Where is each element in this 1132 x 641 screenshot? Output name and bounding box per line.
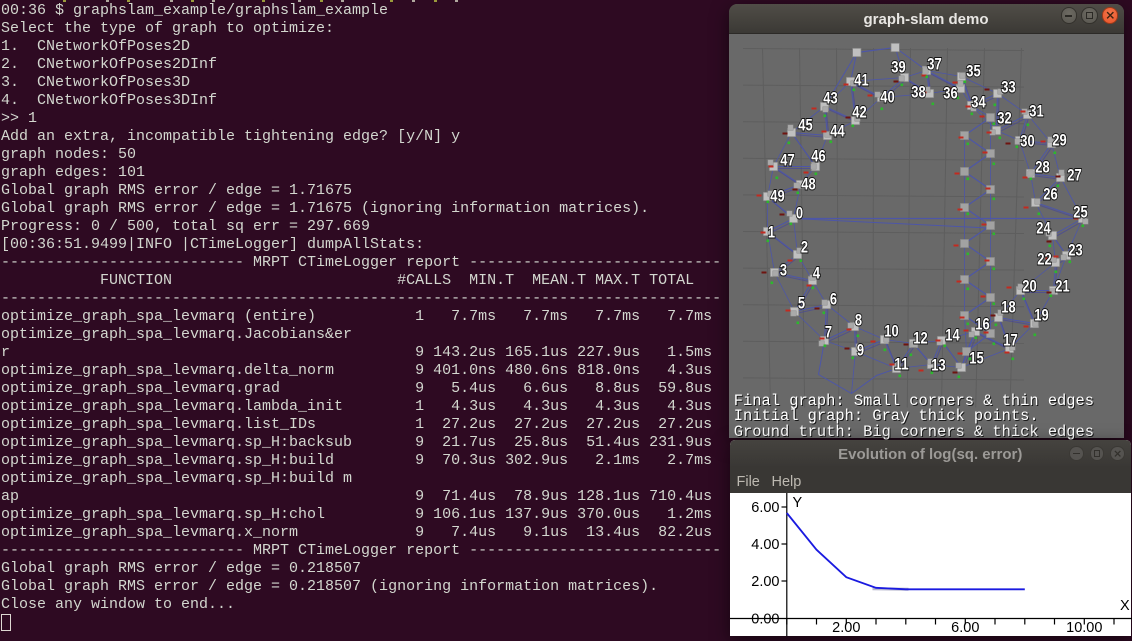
- svg-text:30: 30: [1020, 131, 1034, 150]
- svg-text:43: 43: [823, 88, 837, 107]
- svg-text:2.00: 2.00: [751, 574, 779, 590]
- svg-text:37: 37: [927, 54, 941, 73]
- svg-text:39: 39: [891, 57, 905, 76]
- svg-text:4.00: 4.00: [751, 537, 779, 553]
- svg-text:11: 11: [894, 354, 908, 373]
- svg-text:0.00: 0.00: [751, 612, 779, 628]
- svg-text:10.00: 10.00: [1066, 620, 1102, 636]
- svg-text:36: 36: [943, 83, 957, 102]
- svg-text:5: 5: [797, 293, 804, 312]
- svg-text:49: 49: [770, 186, 784, 205]
- svg-text:15: 15: [969, 348, 983, 367]
- svg-text:28: 28: [1035, 157, 1049, 176]
- svg-text:40: 40: [880, 87, 894, 106]
- svg-text:23: 23: [1068, 240, 1082, 259]
- svg-text:32: 32: [997, 108, 1011, 127]
- svg-text:4: 4: [812, 263, 820, 282]
- svg-text:8: 8: [854, 310, 861, 329]
- svg-text:0: 0: [795, 203, 802, 222]
- svg-text:17: 17: [1003, 330, 1017, 349]
- svg-text:27: 27: [1067, 165, 1081, 184]
- svg-text:29: 29: [1052, 130, 1066, 149]
- svg-text:1: 1: [767, 222, 774, 241]
- svg-text:Y: Y: [792, 495, 802, 511]
- svg-text:34: 34: [971, 92, 986, 111]
- svg-text:14: 14: [945, 325, 960, 344]
- svg-text:24: 24: [1036, 218, 1051, 237]
- svg-text:46: 46: [811, 146, 825, 165]
- svg-text:3: 3: [779, 260, 786, 279]
- svg-text:21: 21: [1055, 276, 1069, 295]
- svg-text:6.00: 6.00: [951, 620, 979, 636]
- svg-text:19: 19: [1034, 305, 1048, 324]
- svg-text:20: 20: [1022, 276, 1036, 295]
- svg-text:18: 18: [1001, 297, 1015, 316]
- svg-text:2: 2: [800, 237, 807, 256]
- svg-text:6.00: 6.00: [751, 500, 779, 516]
- svg-text:9: 9: [856, 340, 863, 359]
- svg-text:38: 38: [911, 82, 925, 101]
- svg-text:7: 7: [824, 322, 831, 341]
- svg-text:26: 26: [1043, 184, 1057, 203]
- svg-text:22: 22: [1037, 249, 1051, 268]
- svg-text:33: 33: [1001, 77, 1015, 96]
- svg-text:2.00: 2.00: [832, 620, 860, 636]
- svg-text:42: 42: [852, 102, 866, 121]
- svg-text:47: 47: [780, 150, 794, 169]
- svg-text:45: 45: [798, 115, 812, 134]
- svg-text:12: 12: [913, 328, 927, 347]
- svg-text:X: X: [1120, 598, 1130, 614]
- svg-text:6: 6: [829, 289, 836, 308]
- svg-text:48: 48: [801, 174, 815, 193]
- svg-text:10: 10: [884, 321, 898, 340]
- svg-text:31: 31: [1029, 101, 1043, 120]
- svg-text:16: 16: [975, 314, 989, 333]
- svg-text:44: 44: [830, 121, 845, 140]
- svg-text:35: 35: [966, 61, 980, 80]
- svg-text:41: 41: [854, 70, 868, 89]
- svg-text:25: 25: [1073, 202, 1087, 221]
- svg-text:13: 13: [931, 355, 945, 374]
